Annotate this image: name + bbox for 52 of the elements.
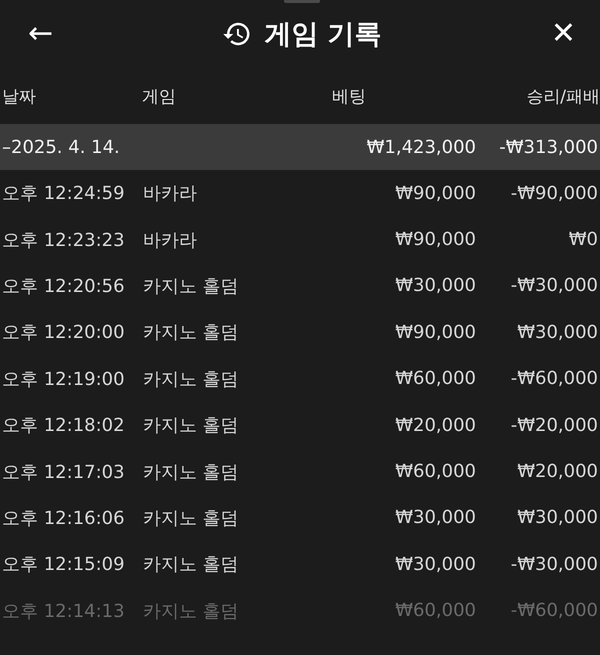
table-cell-text: ₩90,000 [394,322,476,343]
table-cell-text: ₩1,423,000 [366,136,476,158]
table-cell-text: ₩60,000 [394,600,476,622]
table-cell-text: 오후 12:23:23 [1,228,126,252]
table-cell-text: 카지노 홀덤 [143,321,240,344]
table-cell-text: ₩30,000 [394,275,476,296]
table-cell-text: -₩20,000 [510,414,599,436]
table-cell-text: ₩30,000 [394,554,476,575]
close-button[interactable]: ✕ [546,19,580,49]
table-cell-text: ₩30,000 [516,322,599,343]
table-cell-text: 카지노 홀덤 [143,600,240,623]
table-cell-text: –2025. 4. 14. [1,136,121,158]
table-cell-text: -₩60,000 [510,600,599,622]
table-cell-text: 오후 12:20:00 [1,321,126,344]
table-cell-text: ₩30,000 [516,507,599,528]
table-cell-text: 오후 12:14:13 [1,600,126,623]
table-cell-text: 바카라 [143,182,198,206]
table-cell-text: 오후 12:24:59 [1,182,126,206]
drag-handle[interactable] [284,0,320,3]
table-cell-text: ₩90,000 [394,182,476,204]
table-cell-text: 오후 12:15:09 [1,553,126,576]
table-cell-text: 카지노 홀덤 [143,506,240,530]
table-cell-text: 카지노 홀덤 [143,553,240,576]
table-cell-text: 오후 12:18:02 [1,414,126,438]
column-header: 베팅 [332,86,367,108]
table-cell-text: ₩60,000 [394,461,476,482]
table-cell-text: -₩30,000 [510,554,599,575]
table-cell-text: ₩90,000 [394,229,476,250]
table-cell-text: ₩60,000 [394,368,476,390]
table-cell-text: ₩20,000 [394,414,476,436]
column-header: 게임 [142,86,177,108]
column-header: 승리/패배 [526,86,600,108]
table-cell-text: 오후 12:19:00 [1,368,126,391]
table-cell-text: 오후 12:20:56 [1,274,126,298]
date-group-row[interactable]: –2025. 4. 14. ₩1,423,000 -₩313,000 [0,124,600,170]
column-header: 날짜 [2,86,37,108]
table-cell-text: -₩313,000 [498,136,599,158]
table-cell-text: -₩90,000 [510,182,599,204]
table-cell-text: ₩30,000 [394,507,476,528]
table-cell-text: -₩60,000 [510,368,599,390]
table-cell-text: -₩30,000 [510,275,599,296]
table-cell-text: ₩20,000 [516,461,599,482]
table-cell-text: 카지노 홀덤 [143,368,240,391]
table-cell-text: 카지노 홀덤 [143,460,240,484]
back-button[interactable]: ← [24,19,58,49]
table-cell-text: 카지노 홀덤 [143,274,240,298]
table-cell-text: 카지노 홀덤 [143,414,240,438]
screen-title: 게임 기록 [264,18,382,52]
table-cell-text: 바카라 [143,228,198,252]
table-cell-text: 오후 12:16:06 [1,506,126,530]
table-cell-text: 오후 12:17:03 [1,460,126,484]
table-cell-text: ₩0 [568,229,599,250]
